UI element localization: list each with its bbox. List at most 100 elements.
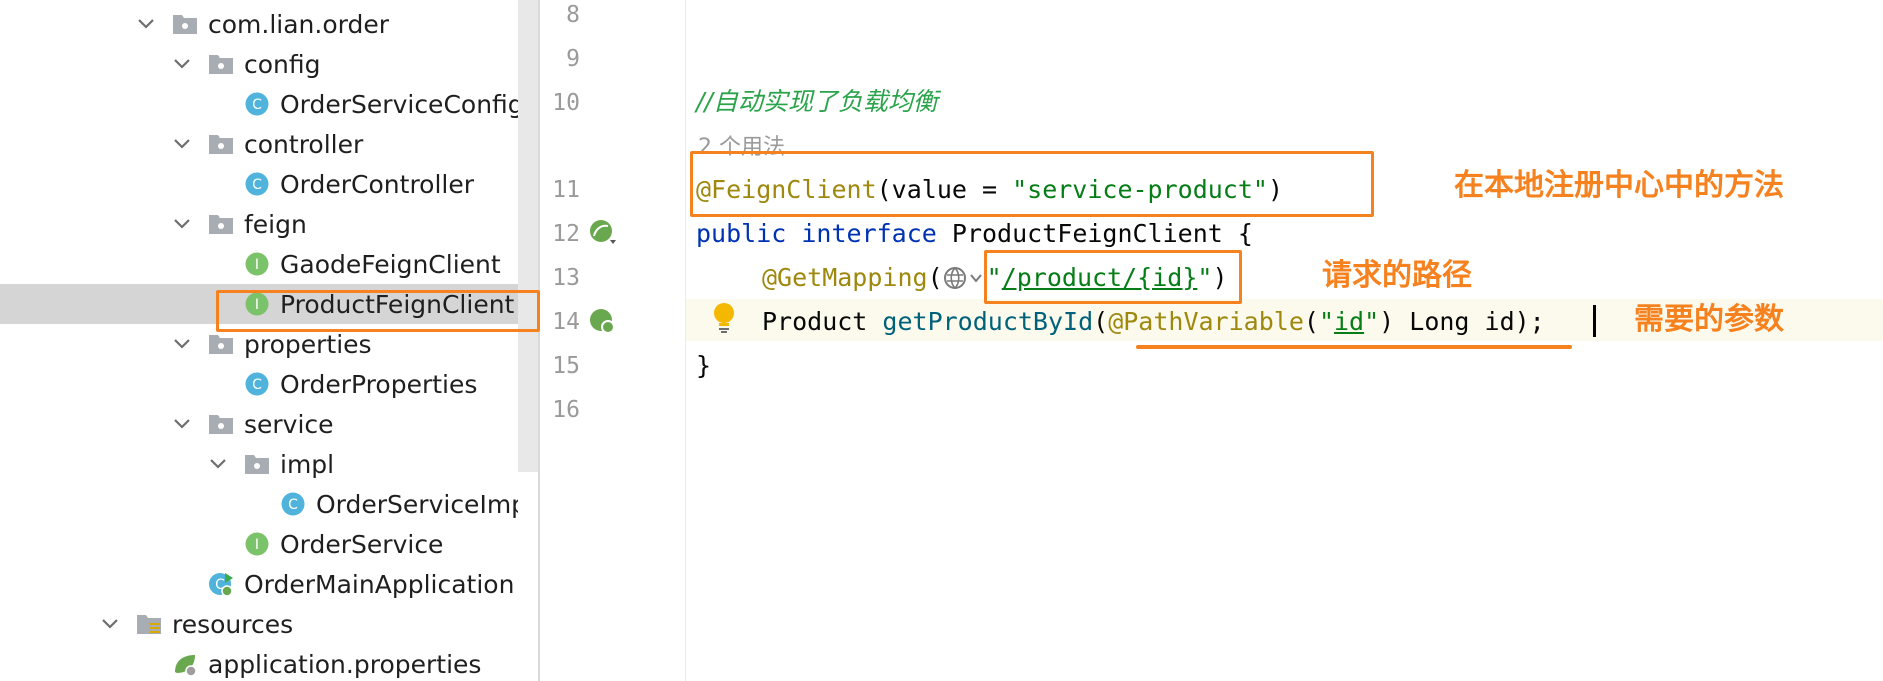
package-folder-icon — [209, 55, 233, 74]
tree-item-com-lian-order[interactable]: com.lian.order — [0, 4, 518, 44]
tree-item-controller[interactable]: controller — [0, 124, 518, 164]
code-line-14[interactable]: Product getProductById(@PathVariable("id… — [762, 306, 1545, 338]
tree-item-label: OrderMainApplication — [244, 570, 515, 599]
interface-icon: I — [245, 252, 269, 276]
tree-item-application-properties[interactable]: application.properties — [0, 644, 518, 681]
interface-name: ProductFeignClient — [951, 219, 1223, 248]
tree-item-label: config — [244, 50, 321, 79]
line-number: 9 — [566, 46, 580, 72]
interface-icon-letter: I — [255, 537, 259, 553]
paren-open: ( — [927, 263, 943, 292]
tree-item-label: properties — [244, 330, 372, 359]
keyword-interface: interface — [801, 219, 937, 248]
chevron-down-icon[interactable] — [172, 414, 192, 434]
line-number: 13 — [552, 265, 580, 291]
interface-icon: I — [245, 532, 269, 556]
interface-icon-letter: I — [255, 257, 259, 273]
tree-item-label: controller — [244, 130, 364, 159]
tree-item-orderserviceconfig[interactable]: C OrderServiceConfig — [0, 84, 518, 124]
class-icon-letter: C — [252, 97, 262, 113]
code-line-10[interactable]: //自动实现了负载均衡 — [696, 86, 938, 118]
tree-item-feign[interactable]: feign — [0, 204, 518, 244]
tree-item-label: OrderController — [280, 170, 475, 199]
code-line-15[interactable]: } — [696, 350, 711, 382]
class-icon-letter: C — [252, 377, 262, 393]
tree-item-service[interactable]: service — [0, 404, 518, 444]
chevron-down-icon[interactable] — [136, 14, 156, 34]
path-variable-annotation: @PathVariable — [1108, 307, 1304, 336]
tree-item-label: resources — [172, 610, 294, 639]
chevron-down-icon[interactable] — [172, 334, 192, 354]
quote: " — [1364, 307, 1380, 336]
class-icon: C — [245, 172, 269, 196]
highlight-box-tree-item — [216, 290, 540, 332]
url-globe-icon[interactable] — [943, 265, 987, 291]
spring-properties-icon — [175, 655, 197, 676]
line-number: 14 — [552, 309, 580, 335]
package-folder-icon — [209, 215, 233, 234]
method-name: getProductById — [882, 307, 1094, 336]
line-number: 15 — [552, 353, 580, 379]
quote: " — [1318, 307, 1334, 336]
lightbulb-icon[interactable] — [712, 302, 736, 334]
chevron-down-icon[interactable] — [100, 614, 120, 634]
paren-open: ( — [1093, 307, 1109, 336]
tree-scrollbar[interactable] — [518, 0, 538, 472]
tree-item-orderserviceimpl[interactable]: C OrderServiceImpl — [0, 484, 518, 524]
class-icon: C — [245, 372, 269, 396]
tree-item-label: OrderService — [280, 530, 444, 559]
spring-endpoint-gutter-icon[interactable] — [588, 307, 618, 337]
text-caret — [1593, 305, 1596, 337]
package-folder-icon — [173, 15, 197, 34]
tree-item-label: feign — [244, 210, 307, 239]
tree-item-orderproperties[interactable]: C OrderProperties — [0, 364, 518, 404]
highlight-box-request-path — [984, 250, 1242, 304]
tree-item-impl[interactable]: impl — [0, 444, 518, 484]
tree-item-label: impl — [280, 450, 335, 479]
line-number: 12 — [552, 221, 580, 247]
class-icon-letter: C — [288, 497, 298, 513]
code-line-12[interactable]: public interface ProductFeignClient { — [696, 218, 1253, 250]
package-folder-icon — [209, 335, 233, 354]
path-variable-name: id — [1334, 307, 1365, 336]
close-brace: } — [696, 351, 712, 380]
line-number: 10 — [552, 90, 580, 116]
tree-item-label: service — [244, 410, 334, 439]
resources-folder-icon — [137, 615, 161, 634]
package-folder-icon — [245, 455, 269, 474]
tree-item-gaodefeignclient[interactable]: I GaodeFeignClient — [0, 244, 518, 284]
underline-path-variable — [1136, 345, 1572, 349]
project-tree: com.lian.order config C OrderServiceConf… — [0, 0, 518, 681]
param-rest: ) Long id); — [1379, 307, 1545, 336]
class-icon: C — [281, 492, 305, 516]
tree-item-label: OrderServiceConfig — [280, 90, 518, 119]
tree-item-resources[interactable]: resources — [0, 604, 518, 644]
tree-item-ordercontroller[interactable]: C OrderController — [0, 164, 518, 204]
tree-item-label: OrderServiceImpl — [316, 490, 518, 519]
return-type: Product — [762, 307, 868, 336]
chevron-down-icon[interactable] — [208, 454, 228, 474]
spring-bean-gutter-icon[interactable] — [588, 218, 618, 248]
package-folder-icon — [209, 415, 233, 434]
note-required-params: 需要的参数 — [1634, 302, 1784, 337]
chevron-down-icon[interactable] — [172, 134, 192, 154]
paren-open: ( — [1303, 307, 1319, 336]
tree-item-orderservice[interactable]: I OrderService — [0, 524, 518, 564]
chevron-down-icon[interactable] — [172, 54, 192, 74]
chevron-down-icon[interactable] — [172, 214, 192, 234]
class-icon-letter: C — [252, 177, 262, 193]
highlight-box-feign-client — [690, 151, 1374, 217]
open-brace: { — [1237, 219, 1253, 248]
package-folder-icon — [209, 135, 233, 154]
tree-item-label: OrderProperties — [280, 370, 478, 399]
tree-item-config[interactable]: config — [0, 44, 518, 84]
note-registry-method: 在本地注册中心中的方法 — [1454, 168, 1784, 203]
keyword-public: public — [696, 219, 787, 248]
tree-item-label: GaodeFeignClient — [280, 250, 501, 279]
get-mapping-annotation: @GetMapping — [762, 263, 928, 292]
line-number: 8 — [566, 2, 580, 28]
tree-item-ordermainapplication[interactable]: C OrderMainApplication — [0, 564, 518, 604]
editor-gutter: 8 9 10 11 12 13 14 15 16 — [540, 0, 685, 681]
class-icon: C — [245, 92, 269, 116]
code-editor[interactable]: //自动实现了负载均衡 2 个用法 @FeignClient(value = "… — [686, 0, 1883, 681]
